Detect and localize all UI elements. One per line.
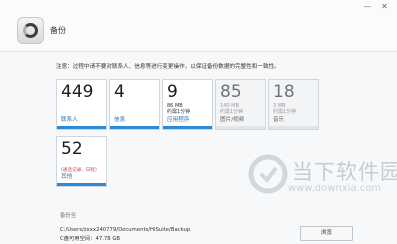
tile-label: 联系人 bbox=[61, 117, 78, 123]
tile-count: 85 bbox=[220, 82, 242, 102]
tile-other[interactable]: 52 (通话记录、日程) 其他 bbox=[56, 136, 107, 187]
tile-label: 应用程序 bbox=[167, 117, 190, 123]
tile-music[interactable]: 18 3 MB 约需1分钟 音乐 bbox=[268, 79, 319, 130]
window-title: 备份 bbox=[50, 26, 66, 35]
minimize-button[interactable]: — bbox=[359, 0, 376, 13]
tile-contacts[interactable]: 449 联系人 bbox=[56, 79, 107, 130]
tile-selected-bar bbox=[57, 183, 106, 186]
free-space-text: C盘可用空间：47.78 GB bbox=[60, 236, 121, 242]
tile-apps[interactable]: 9 86 MB 约需1分钟 应用程序 bbox=[162, 79, 213, 130]
tile-selected-bar bbox=[163, 126, 212, 129]
tile-label: 图片/视频 bbox=[220, 117, 245, 123]
window-controls: — ✕ bbox=[359, 0, 393, 13]
tile-count: 52 bbox=[61, 139, 83, 159]
watermark-url: www.downxia.com bbox=[288, 183, 382, 194]
tile-unselected-bar bbox=[216, 126, 265, 129]
tile-count: 449 bbox=[61, 82, 94, 102]
backup-path: C:/Users/zxxx240779/Documents/HiSuite/Ba… bbox=[60, 227, 191, 233]
browse-button[interactable]: 浏览 bbox=[300, 226, 353, 241]
watermark-text: 当下软件园 bbox=[292, 160, 397, 184]
backup-window: 备份 — ✕ 注意：过程中请不要对联系人、信息等进行变更操作，以保证备份数据的完… bbox=[0, 0, 397, 244]
tile-messages[interactable]: 4 信息 bbox=[109, 79, 160, 130]
window-header: 备份 — ✕ bbox=[0, 0, 397, 52]
tile-label: 其他 bbox=[61, 174, 73, 180]
close-button[interactable]: ✕ bbox=[376, 0, 393, 13]
tile-label: 音乐 bbox=[273, 117, 285, 123]
backup-destination-label: 备份至 bbox=[60, 213, 77, 219]
tile-count: 9 bbox=[167, 82, 178, 102]
tile-photos-videos[interactable]: 85 140 MB 约需1分钟 图片/视频 bbox=[215, 79, 266, 130]
notice-text: 注意：过程中请不要对联系人、信息等进行变更操作，以保证备份数据的完整性和一致性。 bbox=[56, 64, 280, 70]
watermark-logo-icon bbox=[248, 154, 288, 194]
tile-count: 4 bbox=[114, 82, 125, 102]
tile-selected-bar bbox=[110, 126, 159, 129]
tile-count: 18 bbox=[273, 82, 295, 102]
tile-unselected-bar bbox=[269, 126, 318, 129]
tile-selected-bar bbox=[57, 126, 106, 129]
backup-app-icon bbox=[17, 17, 44, 44]
tile-label: 信息 bbox=[114, 117, 126, 123]
